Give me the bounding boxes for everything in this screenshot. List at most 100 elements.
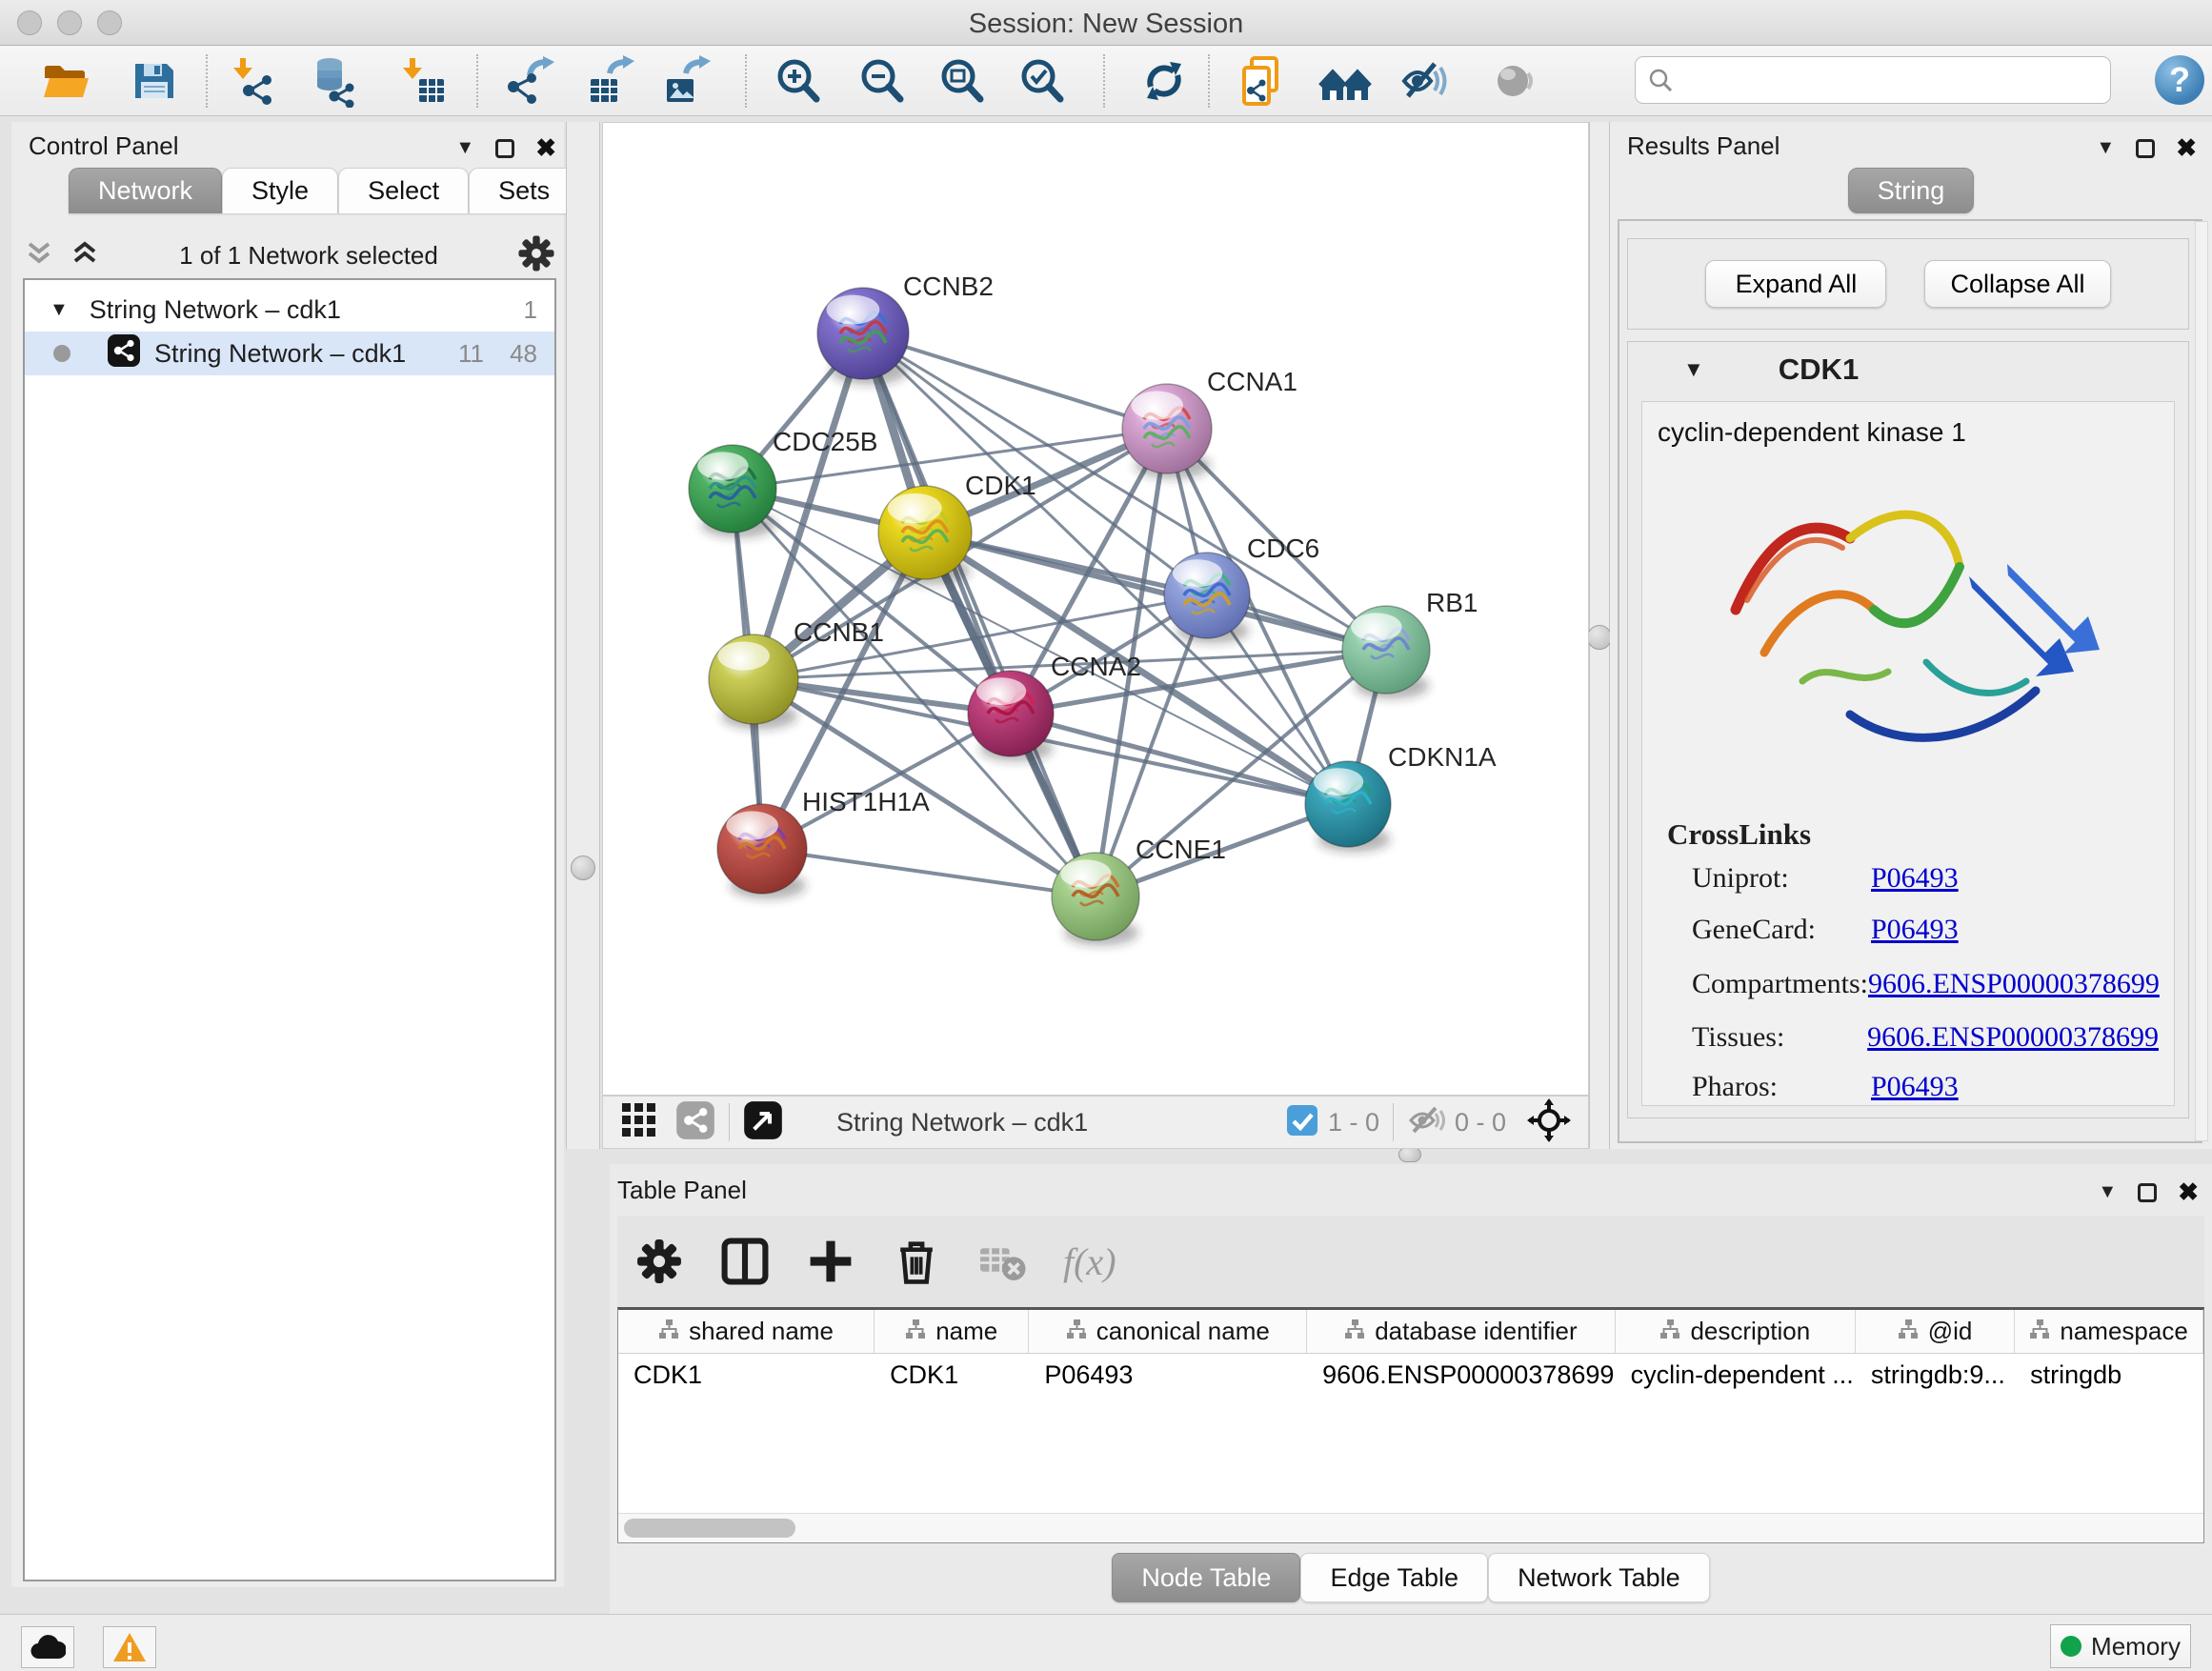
table-cell[interactable]: CDK1	[875, 1354, 1029, 1396]
expand-all-chevron-icon[interactable]	[69, 238, 101, 273]
panel-collapse-icon[interactable]: ▼	[2096, 137, 2115, 159]
panel-float-icon[interactable]	[495, 139, 514, 158]
tab-string[interactable]: String	[1848, 168, 1975, 213]
network-node-CCNA1[interactable]: CCNA1	[1122, 367, 1297, 479]
import-network-file-icon[interactable]	[229, 54, 282, 108]
column-header-name[interactable]: name	[875, 1310, 1029, 1353]
table-cell[interactable]: P06493	[1029, 1354, 1307, 1396]
export-table-icon[interactable]	[583, 54, 636, 108]
open-folder-icon[interactable]	[40, 54, 93, 108]
zoom-selected-icon[interactable]	[1016, 54, 1069, 108]
zoom-out-icon[interactable]	[855, 54, 909, 108]
hide-eye-slash-icon[interactable]	[1398, 54, 1452, 108]
add-column-icon[interactable]	[806, 1237, 855, 1286]
network-canvas[interactable]: CCNB2CCNA1CDC25BCDK1CDC6RB1CCNB1CCNA2CDK…	[602, 122, 1589, 1096]
column-header-namespace[interactable]: namespace	[2015, 1310, 2203, 1353]
bottom-splitter-handle[interactable]	[1398, 1147, 1421, 1162]
import-network-database-icon[interactable]	[307, 54, 360, 108]
left-splitter-handle[interactable]	[571, 856, 595, 880]
panel-collapse-icon[interactable]: ▼	[455, 137, 474, 159]
first-neighbors-houses-icon[interactable]	[1318, 54, 1372, 108]
collapse-all-button[interactable]: Collapse All	[1924, 260, 2110, 308]
column-header-canonical-name[interactable]: canonical name	[1029, 1310, 1307, 1353]
results-scrollbar[interactable]	[2195, 221, 2208, 1141]
table-cell[interactable]: stringdb	[2015, 1354, 2203, 1396]
cloud-button[interactable]	[21, 1626, 74, 1668]
import-table-icon[interactable]	[398, 54, 452, 108]
help-button[interactable]: ?	[2155, 55, 2204, 105]
birdseye-crosshair-icon[interactable]	[1527, 1098, 1571, 1147]
panel-close-icon[interactable]: ✖	[2178, 1178, 2199, 1207]
tab-network[interactable]: Network	[69, 168, 222, 213]
control-panel-tabs: NetworkStyleSelectSets	[69, 168, 579, 213]
zoom-in-icon[interactable]	[772, 54, 825, 108]
share-view-icon[interactable]	[675, 1100, 715, 1145]
protein-collapse-icon[interactable]: ▼	[1683, 357, 1704, 382]
warnings-button[interactable]	[103, 1626, 156, 1668]
crosslink-link[interactable]: P06493	[1871, 862, 1959, 894]
tree-expand-icon[interactable]: ▼	[50, 299, 69, 321]
tab-node-table[interactable]: Node Table	[1112, 1553, 1300, 1602]
right-splitter[interactable]	[1589, 122, 1610, 1149]
detach-view-icon[interactable]	[743, 1100, 783, 1145]
column-header-database-identifier[interactable]: database identifier	[1307, 1310, 1616, 1353]
right-splitter-handle[interactable]	[1587, 625, 1612, 650]
table-row[interactable]: CDK1CDK1P064939606.ENSP00000378699cyclin…	[618, 1354, 2203, 1396]
table-cell[interactable]: cyclin-dependent ...	[1616, 1354, 1856, 1396]
crosslink-link[interactable]: 9606.ENSP00000378699	[1867, 1021, 2159, 1053]
table-cell[interactable]: 9606.ENSP00000378699	[1307, 1354, 1615, 1396]
table-hscrollbar-thumb[interactable]	[624, 1519, 795, 1538]
left-splitter[interactable]	[566, 122, 600, 1149]
crosslink-link[interactable]: P06493	[1871, 914, 1959, 945]
table-cell[interactable]: CDK1	[618, 1354, 875, 1396]
network-graph[interactable]: CCNB2CCNA1CDC25BCDK1CDC6RB1CCNB1CCNA2CDK…	[603, 123, 1588, 1095]
search-input[interactable]	[1674, 66, 2110, 95]
tab-edge-table[interactable]: Edge Table	[1300, 1553, 1488, 1602]
grid-view-icon[interactable]	[618, 1099, 660, 1146]
export-image-icon[interactable]	[659, 54, 713, 108]
string-documents-icon[interactable]	[1237, 54, 1290, 108]
network-row-selected[interactable]: String Network – cdk1 11 48	[25, 332, 554, 375]
layout-refresh-icon[interactable]	[1137, 54, 1191, 108]
panel-float-icon[interactable]	[2138, 1183, 2157, 1202]
tab-style[interactable]: Style	[222, 168, 338, 213]
table-cell[interactable]: stringdb:9...	[1856, 1354, 2015, 1396]
delete-column-icon[interactable]	[892, 1237, 941, 1286]
collapse-all-chevron-icon[interactable]	[23, 238, 55, 273]
network-node-CDK1[interactable]: CDK1	[878, 471, 1036, 585]
zoom-fit-icon[interactable]	[935, 54, 989, 108]
expand-all-button[interactable]: Expand All	[1705, 260, 1886, 308]
table-toolbar: f(x)	[617, 1216, 2204, 1307]
table-gear-icon[interactable]	[634, 1237, 684, 1286]
network-node-HIST1H1A[interactable]: HIST1H1A	[717, 787, 930, 899]
tab-select[interactable]: Select	[338, 168, 469, 213]
tab-network-table[interactable]: Network Table	[1488, 1553, 1710, 1602]
network-node-CDKN1A[interactable]: CDKN1A	[1305, 742, 1497, 852]
hidden-eye-slash-icon[interactable]	[1407, 1103, 1445, 1142]
crosslink-link[interactable]: 9606.ENSP00000378699	[1868, 968, 2160, 999]
show-eye-icon[interactable]	[1488, 54, 1541, 108]
tab-sets[interactable]: Sets	[469, 168, 579, 213]
node-label-RB1: RB1	[1426, 588, 1478, 617]
network-tree: ▼ String Network – cdk1 1 String Network…	[23, 278, 556, 1581]
save-icon[interactable]	[128, 54, 181, 108]
crosslink-link[interactable]: P06493	[1871, 1071, 1959, 1102]
network-node-RB1[interactable]: RB1	[1342, 588, 1478, 699]
window-title: Session: New Session	[0, 9, 2212, 40]
column-header--id[interactable]: @id	[1856, 1310, 2015, 1353]
show-columns-icon[interactable]	[720, 1237, 770, 1286]
node-label-CDKN1A: CDKN1A	[1388, 742, 1497, 772]
column-header-description[interactable]: description	[1616, 1310, 1856, 1353]
panel-close-icon[interactable]: ✖	[535, 133, 556, 163]
panel-close-icon[interactable]: ✖	[2176, 133, 2197, 163]
panel-collapse-icon[interactable]: ▼	[2098, 1181, 2117, 1203]
column-header-shared-name[interactable]: shared name	[618, 1310, 875, 1353]
selected-checkbox-icon[interactable]	[1286, 1104, 1318, 1141]
panel-float-icon[interactable]	[2136, 139, 2155, 158]
global-search-box[interactable]	[1635, 56, 2111, 104]
network-collection-row[interactable]: ▼ String Network – cdk1 1	[25, 288, 554, 332]
table-hscrollbar[interactable]	[618, 1513, 2203, 1541]
gear-icon[interactable]	[516, 233, 556, 278]
memory-button[interactable]: Memory	[2050, 1624, 2191, 1668]
export-network-icon[interactable]	[503, 54, 556, 108]
